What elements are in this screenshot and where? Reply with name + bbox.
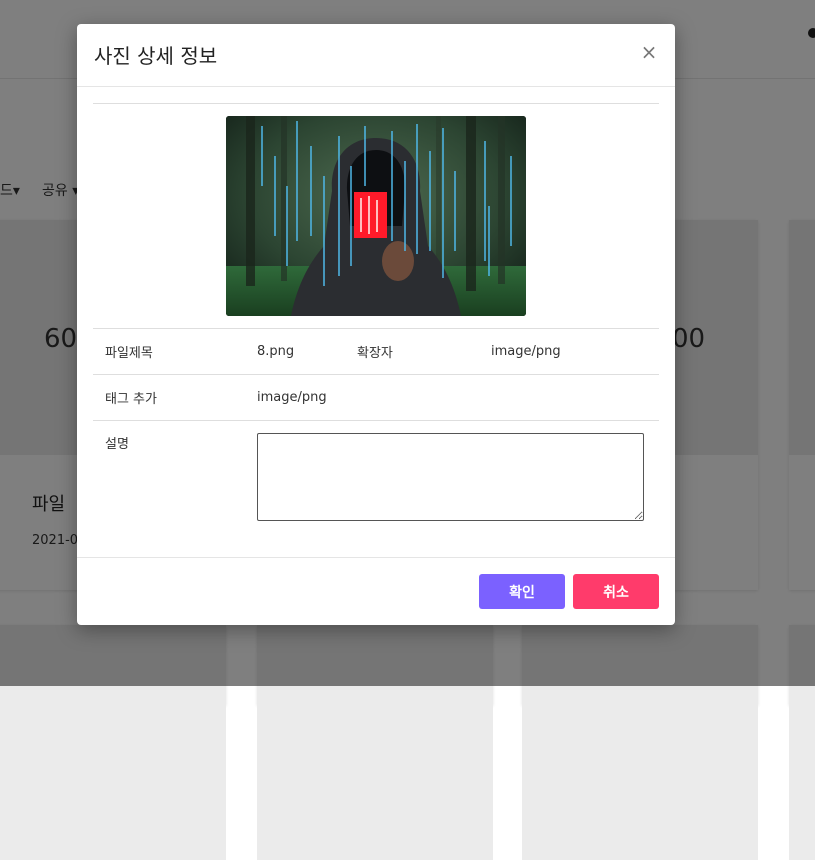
tag-label: 태그 추가 <box>93 374 245 421</box>
table-row: 설명 <box>93 420 659 549</box>
photo-image <box>226 116 526 316</box>
description-label: 설명 <box>93 420 245 549</box>
file-info-table: 파일제목 8.png 확장자 image/png 태그 추가 image/png… <box>93 328 659 549</box>
divider <box>93 103 659 104</box>
description-textarea[interactable] <box>257 433 644 521</box>
modal-footer: 확인 취소 <box>77 557 675 625</box>
file-title-label: 파일제목 <box>93 328 245 375</box>
modal-title: 사진 상세 정보 <box>94 44 218 68</box>
extension-label: 확장자 <box>345 328 479 375</box>
extension-value: image/png <box>479 328 659 375</box>
table-row: 태그 추가 image/png <box>93 374 659 421</box>
tag-value: image/png <box>245 374 659 421</box>
photo-preview <box>226 116 526 316</box>
description-cell <box>245 420 659 549</box>
modal-header: 사진 상세 정보 × <box>77 24 675 87</box>
file-title-value: 8.png <box>245 328 345 375</box>
table-row: 파일제목 8.png 확장자 image/png <box>93 328 659 375</box>
photo-detail-modal: 사진 상세 정보 × 파일제목 8.png 확장자 image/png 태그 추… <box>77 24 675 625</box>
close-icon[interactable]: × <box>639 40 659 64</box>
cancel-button[interactable]: 취소 <box>573 574 659 609</box>
confirm-button[interactable]: 확인 <box>479 574 565 609</box>
